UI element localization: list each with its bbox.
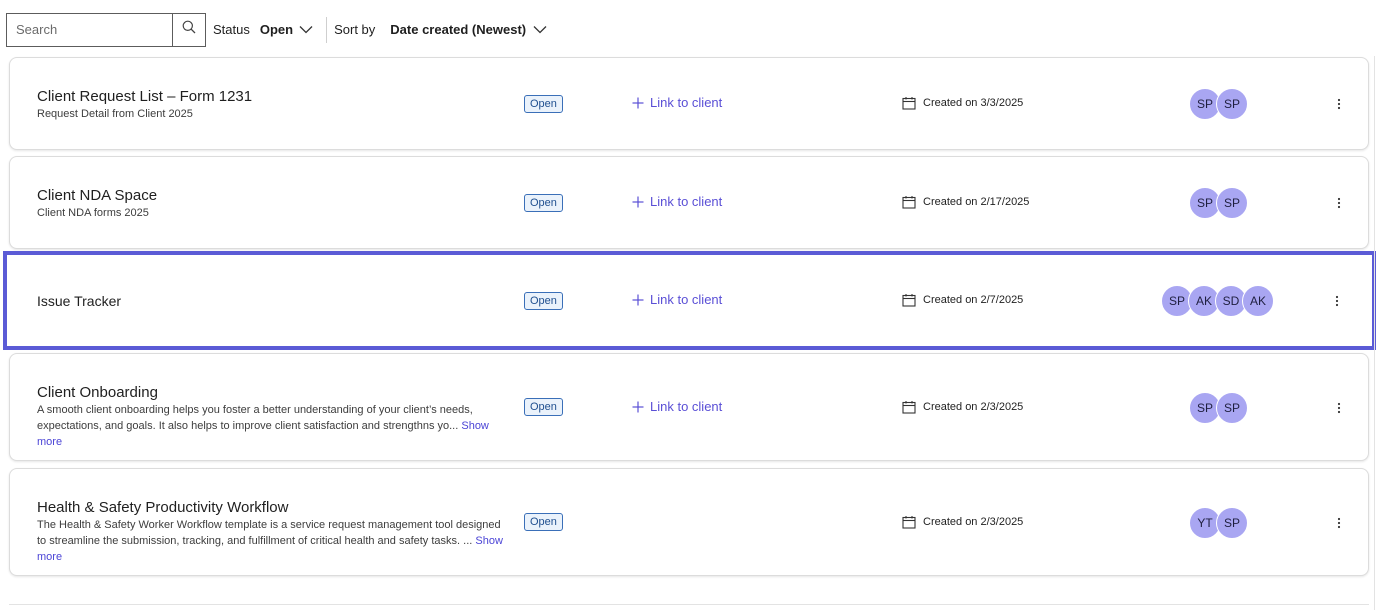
created-date: Created on 2/3/2025	[902, 400, 1023, 414]
created-date: Created on 2/7/2025	[902, 293, 1023, 307]
calendar-icon	[902, 293, 916, 307]
created-date-text: Created on 3/3/2025	[923, 97, 1024, 109]
more-options-icon[interactable]	[1336, 97, 1342, 111]
scroll-track[interactable]	[1374, 56, 1375, 610]
toolbar-divider	[326, 16, 328, 43]
card-description-text: The Health & Safety Worker Workflow temp…	[37, 519, 501, 547]
chevron-down-icon	[533, 25, 547, 34]
sort-label: Sort by	[334, 22, 376, 37]
status-badge: Open	[524, 292, 563, 310]
workspace-card[interactable]: Client NDA Space Client NDA forms 2025 O…	[9, 156, 1369, 249]
more-options-icon[interactable]	[1336, 401, 1342, 415]
link-to-client-button[interactable]: Link to client	[632, 194, 722, 209]
status-value: Open	[259, 22, 294, 37]
status-badge: Open	[524, 398, 563, 416]
search-input[interactable]	[16, 22, 172, 37]
sort-dropdown[interactable]: Date created (Newest)	[390, 22, 547, 37]
member-avatars[interactable]: SP AK SD AK	[1161, 285, 1274, 317]
link-to-client-label: Link to client	[650, 399, 723, 414]
card-description-text: A smooth client onboarding helps you fos…	[37, 404, 473, 432]
created-date: Created on 2/17/2025	[902, 195, 1029, 209]
link-to-client-button[interactable]: Link to client	[632, 95, 722, 110]
created-date-text: Created on 2/3/2025	[923, 516, 1024, 528]
member-avatars[interactable]: SP SP	[1189, 392, 1248, 424]
avatar[interactable]: SP	[1216, 88, 1248, 120]
plus-icon	[632, 97, 644, 109]
plus-icon	[632, 294, 644, 306]
link-to-client-label: Link to client	[650, 292, 723, 307]
workspace-card[interactable]: Health & Safety Productivity Workflow Th…	[9, 468, 1369, 576]
card-title: Client NDA Space	[37, 187, 158, 204]
more-options-icon[interactable]	[1334, 294, 1340, 308]
link-to-client-label: Link to client	[650, 95, 723, 110]
link-to-client-label: Link to client	[650, 194, 723, 209]
calendar-icon	[902, 400, 916, 414]
avatar[interactable]: SP	[1216, 392, 1248, 424]
created-date: Created on 2/3/2025	[902, 515, 1023, 529]
created-date: Created on 3/3/2025	[902, 96, 1023, 110]
status-badge: Open	[524, 194, 563, 212]
workspace-card-selected[interactable]: Issue Tracker Open Link to client Create…	[3, 251, 1376, 350]
created-date-text: Created on 2/3/2025	[923, 401, 1024, 413]
status-label: Status	[213, 22, 250, 37]
avatar[interactable]: SP	[1216, 187, 1248, 219]
list-bottom-divider	[9, 604, 1369, 605]
calendar-icon	[902, 515, 916, 529]
more-options-icon[interactable]	[1336, 196, 1342, 210]
calendar-icon	[902, 195, 916, 209]
member-avatars[interactable]: SP SP	[1189, 187, 1248, 219]
plus-icon	[632, 401, 644, 413]
created-date-text: Created on 2/17/2025	[923, 196, 1030, 208]
calendar-icon	[902, 96, 916, 110]
card-description: Client NDA forms 2025	[37, 207, 149, 219]
member-avatars[interactable]: SP SP	[1189, 88, 1248, 120]
card-title: Client Onboarding	[37, 384, 158, 401]
status-badge: Open	[524, 95, 563, 113]
card-title: Health & Safety Productivity Workflow	[37, 499, 289, 516]
avatar[interactable]: AK	[1242, 285, 1274, 317]
card-title: Issue Tracker	[37, 293, 122, 309]
workspace-card[interactable]: Client Request List – Form 1231 Request …	[9, 57, 1369, 150]
member-avatars[interactable]: YT SP	[1189, 507, 1248, 539]
toolbar: Status Open Sort by Date created (Newest…	[6, 12, 547, 47]
search-button[interactable]	[172, 12, 206, 47]
card-description: The Health & Safety Worker Workflow temp…	[37, 517, 509, 565]
status-badge: Open	[524, 513, 563, 531]
card-description: A smooth client onboarding helps you fos…	[37, 402, 509, 450]
search-icon	[182, 20, 196, 39]
link-to-client-button[interactable]: Link to client	[632, 292, 722, 307]
status-dropdown[interactable]: Open	[260, 22, 313, 37]
search-field[interactable]	[6, 12, 172, 47]
card-title: Client Request List – Form 1231	[37, 88, 253, 105]
workspace-card[interactable]: Client Onboarding A smooth client onboar…	[9, 353, 1369, 461]
avatar[interactable]: SP	[1216, 507, 1248, 539]
created-date-text: Created on 2/7/2025	[923, 294, 1024, 306]
chevron-down-icon	[299, 25, 313, 34]
card-description: Request Detail from Client 2025	[37, 108, 193, 120]
sort-value: Date created (Newest)	[390, 22, 527, 37]
more-options-icon[interactable]	[1336, 516, 1342, 530]
link-to-client-button[interactable]: Link to client	[632, 399, 722, 414]
plus-icon	[632, 196, 644, 208]
